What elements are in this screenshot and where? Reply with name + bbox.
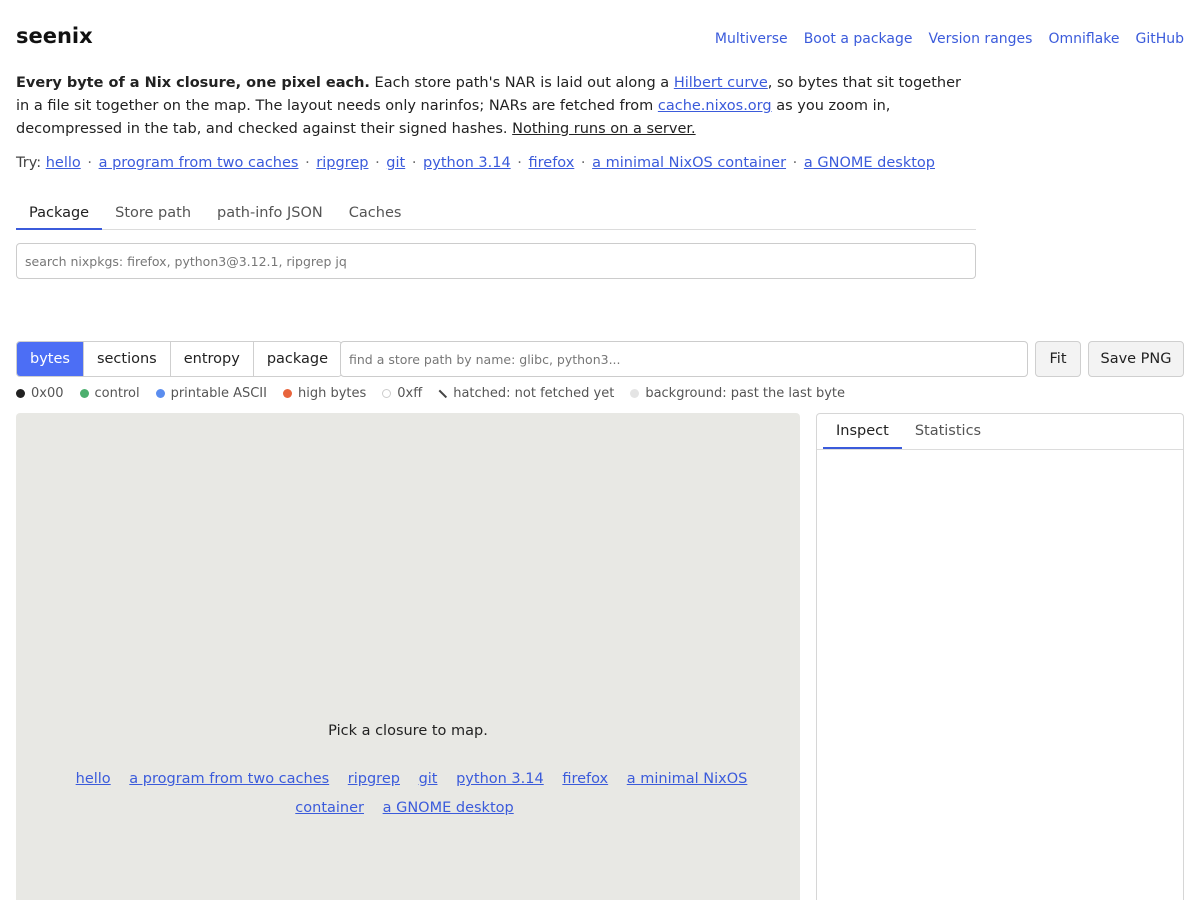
inspect-panel: Inspect Statistics	[816, 413, 1184, 900]
try-examples: Try: hello · a program from two caches ·…	[16, 155, 935, 171]
cache-nixos-link[interactable]: cache.nixos.org	[658, 98, 772, 114]
white-dot-icon	[382, 389, 392, 398]
no-server-note: Nothing runs on a server.	[512, 121, 696, 137]
hilbert-curve-link[interactable]: Hilbert curve	[674, 75, 768, 91]
package-search-input[interactable]	[16, 243, 976, 279]
nav-link-multiverse[interactable]: Multiverse	[715, 31, 788, 47]
try-link-hello[interactable]: hello	[46, 155, 81, 171]
try-label: Try:	[16, 155, 42, 171]
legend-label: printable ASCII	[170, 386, 267, 401]
separator: ·	[411, 155, 417, 171]
separator: ·	[87, 155, 92, 171]
nav-link-omniflake[interactable]: Omniflake	[1048, 31, 1119, 47]
legend-label: hatched: not fetched yet	[453, 386, 615, 401]
tab-caches[interactable]: Caches	[336, 196, 415, 230]
panel-tabs: Inspect Statistics	[817, 414, 1183, 450]
legend-item: hatched: not fetched yet	[438, 386, 614, 401]
legend-item: control	[79, 386, 140, 401]
legend-label: 0xff	[397, 386, 423, 401]
map-link-git[interactable]: git	[419, 771, 438, 787]
map-link-firefox[interactable]: firefox	[562, 771, 608, 787]
blue-dot-icon	[155, 389, 165, 398]
legend-label: control	[94, 386, 140, 401]
gray-dot-icon	[630, 389, 640, 398]
mode-sections-button[interactable]: sections	[83, 342, 171, 376]
hatch-icon	[438, 389, 447, 398]
mode-package-button[interactable]: package	[253, 342, 342, 376]
tab-package[interactable]: Package	[16, 196, 103, 230]
map-link-ripgrep[interactable]: ripgrep	[348, 771, 400, 787]
intro-text-1: Each store path's NAR is laid out along …	[369, 75, 674, 91]
try-link-firefox[interactable]: firefox	[529, 155, 575, 171]
legend-label: 0x00	[31, 386, 64, 401]
legend-item: 0x00	[16, 386, 64, 401]
mode-entropy-button[interactable]: entropy	[170, 342, 254, 376]
tab-store-path[interactable]: Store path	[102, 196, 204, 230]
separator: ·	[580, 155, 586, 171]
try-link-nixos-container[interactable]: a minimal NixOS container	[592, 155, 786, 171]
mode-bytes-button[interactable]: bytes	[17, 342, 84, 376]
separator: ·	[517, 155, 522, 171]
try-link-two-caches[interactable]: a program from two caches	[99, 155, 299, 171]
save-png-button[interactable]: Save PNG	[1088, 341, 1184, 377]
orange-dot-icon	[282, 389, 292, 398]
map-link-two-caches[interactable]: a program from two caches	[129, 771, 329, 787]
try-link-git[interactable]: git	[386, 155, 405, 171]
try-link-python[interactable]: python 3.14	[423, 155, 511, 171]
try-link-gnome[interactable]: a GNOME desktop	[804, 155, 935, 171]
legend-item: printable ASCII	[155, 386, 267, 401]
legend-item: 0xff	[382, 386, 422, 401]
top-nav: Multiverse Boot a package Version ranges…	[715, 31, 1184, 47]
nav-link-boot-a-package[interactable]: Boot a package	[804, 31, 913, 47]
separator: ·	[792, 155, 798, 171]
site-title: seenix	[16, 24, 93, 48]
closure-map-canvas[interactable]: Pick a closure to map. hello a program f…	[16, 413, 800, 900]
tab-inspect[interactable]: Inspect	[823, 414, 902, 449]
legend-label: background: past the last byte	[645, 386, 846, 401]
fit-button[interactable]: Fit	[1035, 341, 1081, 377]
legend-label: high bytes	[297, 386, 367, 401]
map-empty-message: Pick a closure to map.	[328, 723, 488, 739]
map-example-links: hello a program from two caches ripgrep …	[46, 765, 770, 823]
tab-path-info-json[interactable]: path-info JSON	[204, 196, 336, 230]
map-link-python[interactable]: python 3.14	[456, 771, 544, 787]
green-dot-icon	[79, 389, 89, 398]
separator: ·	[375, 155, 380, 171]
view-mode-group: bytes sections entropy package	[16, 341, 343, 377]
find-store-path-input[interactable]	[340, 341, 1028, 377]
map-link-gnome[interactable]: a GNOME desktop	[383, 800, 514, 816]
tab-statistics[interactable]: Statistics	[902, 414, 994, 449]
legend-item: background: past the last byte	[630, 386, 845, 401]
intro-paragraph: Every byte of a Nix closure, one pixel e…	[16, 72, 976, 141]
nav-link-github[interactable]: GitHub	[1135, 31, 1184, 47]
nav-link-version-ranges[interactable]: Version ranges	[929, 31, 1033, 47]
source-tabs: Package Store path path-info JSON Caches	[16, 196, 976, 230]
intro-headline: Every byte of a Nix closure, one pixel e…	[16, 75, 370, 91]
map-link-hello[interactable]: hello	[76, 771, 111, 787]
black-dot-icon	[16, 389, 25, 398]
try-link-ripgrep[interactable]: ripgrep	[316, 155, 368, 171]
byte-legend: 0x00 control printable ASCII high bytes …	[16, 386, 845, 401]
legend-item: high bytes	[282, 386, 367, 401]
separator: ·	[305, 155, 310, 171]
